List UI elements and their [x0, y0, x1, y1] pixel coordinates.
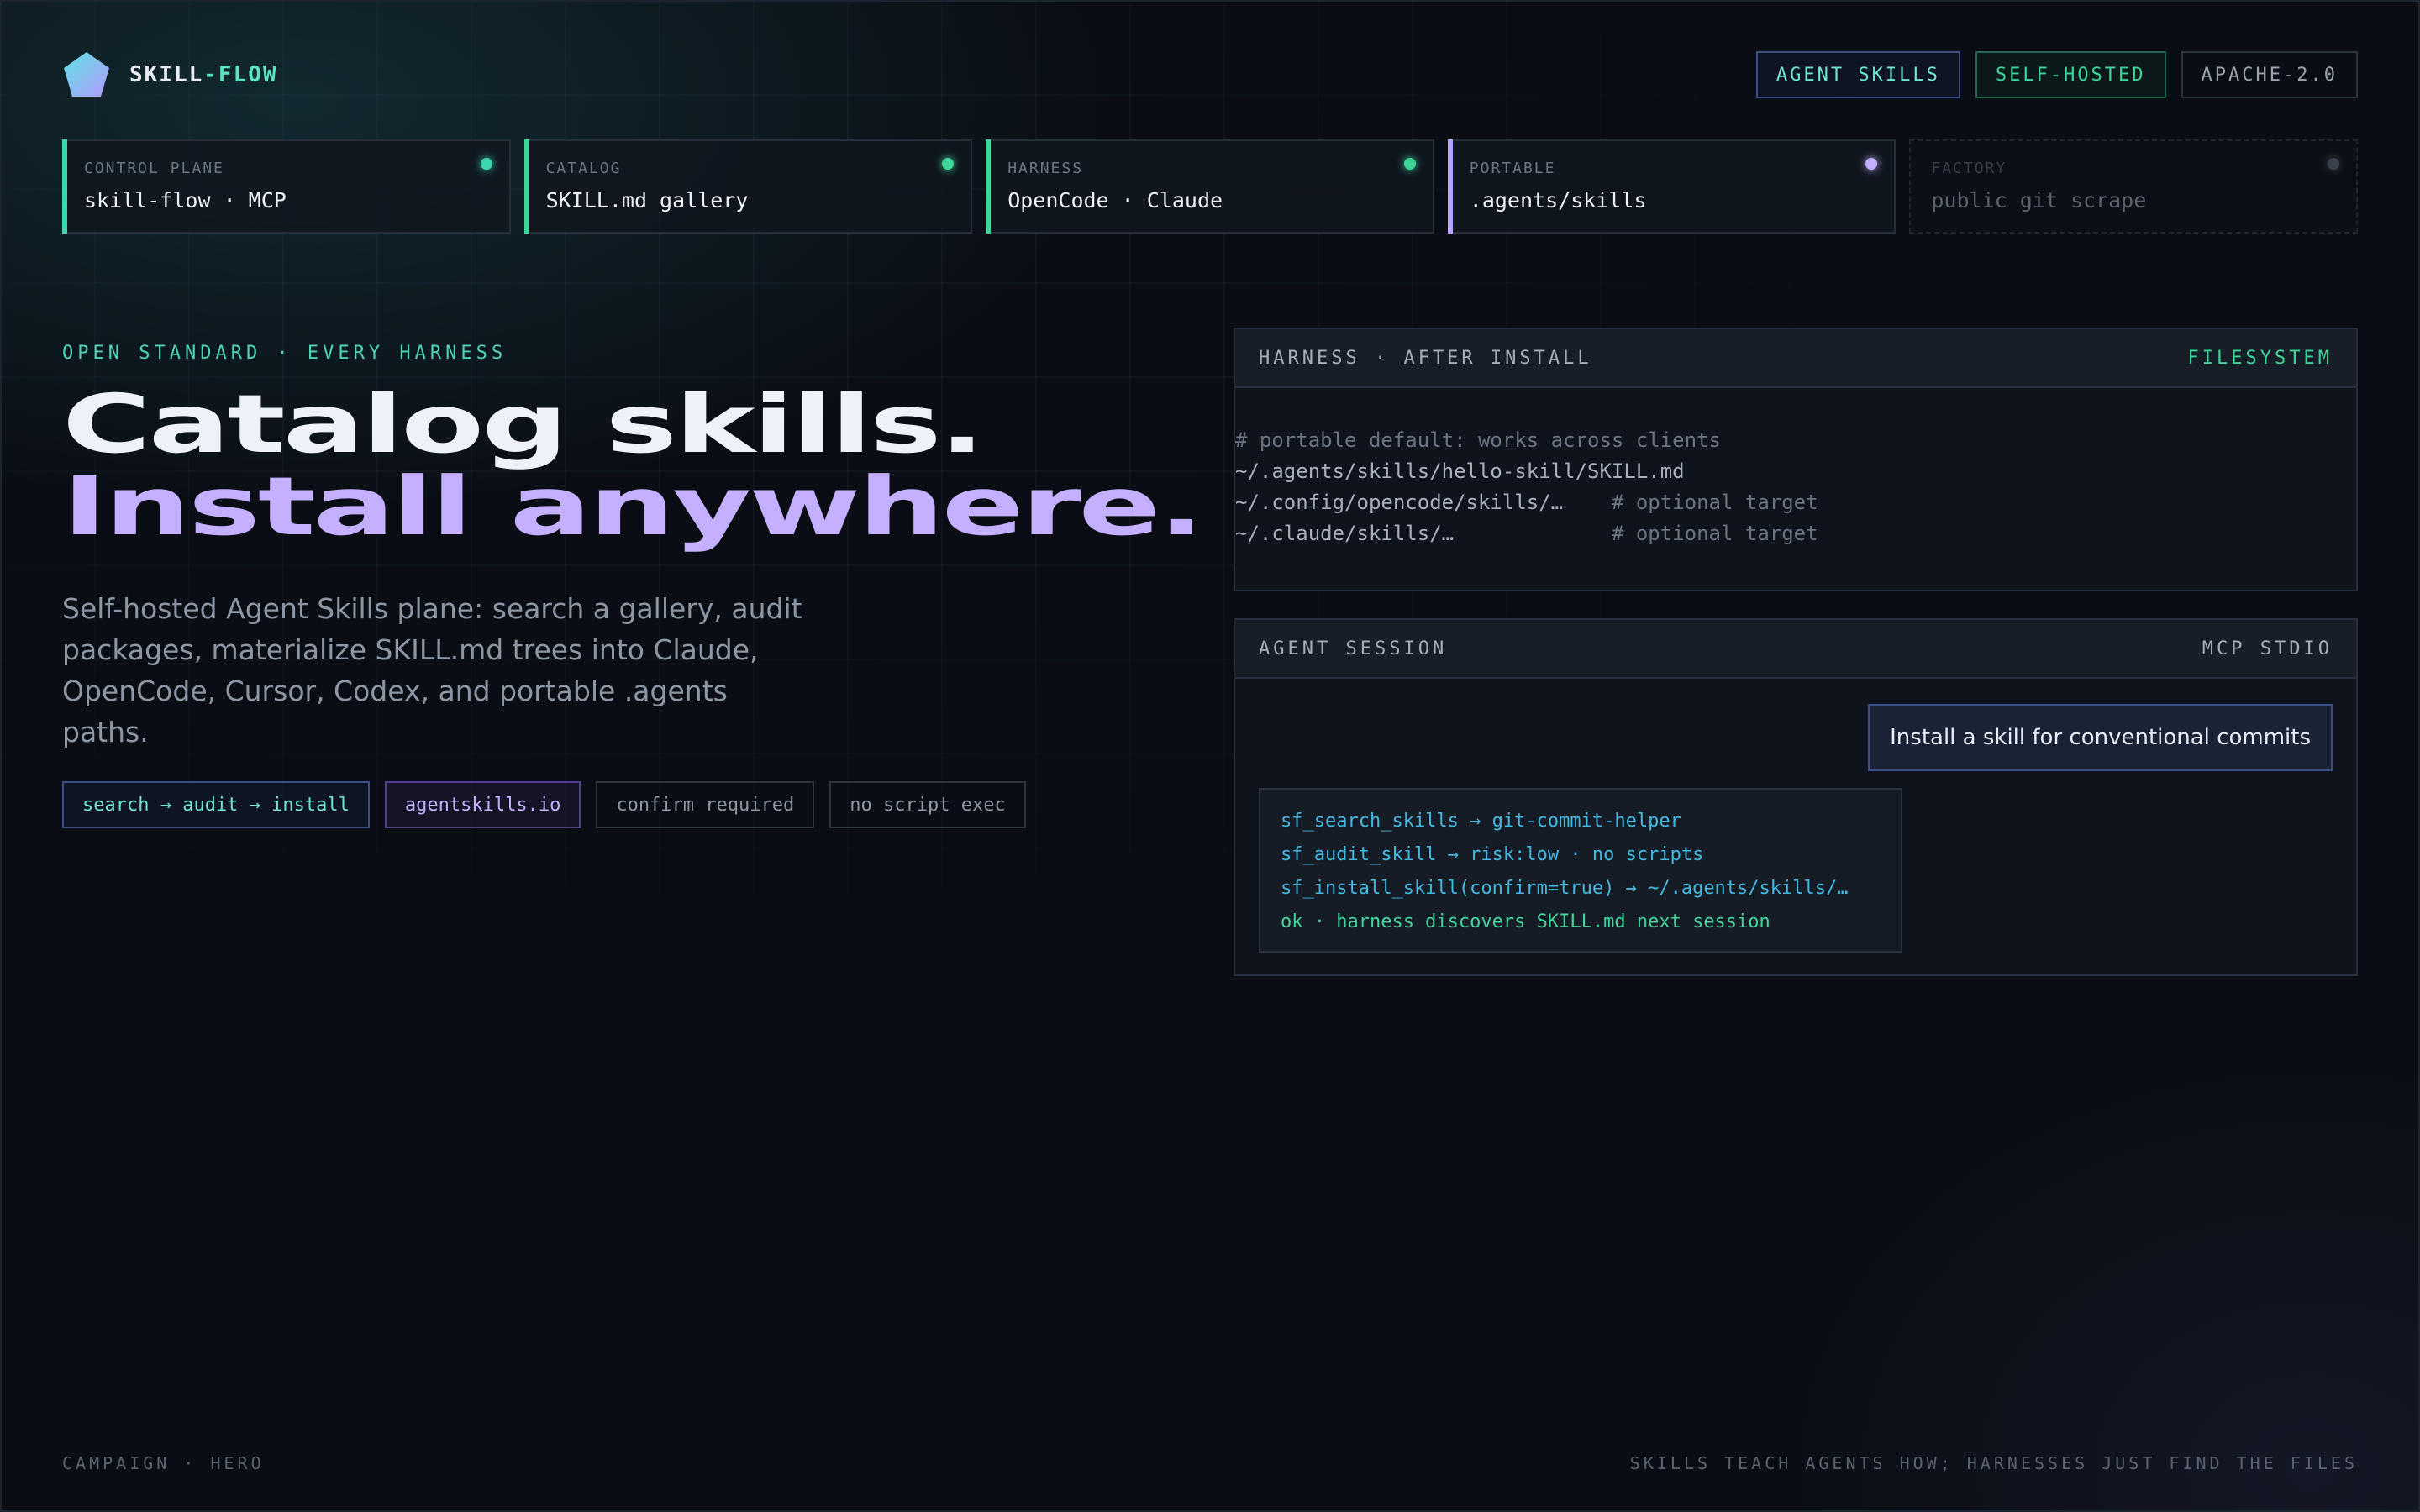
tool-call-log: sf_search_skills → git-commit-helper sf_…: [1259, 788, 1902, 953]
panel-tag: FILESYSTEM: [2187, 347, 2333, 369]
tool-call-line: sf_install_skill(confirm=true) → ~/.agen…: [1281, 878, 1849, 899]
status-card-factory[interactable]: FACTORY public git scrape: [1909, 139, 2358, 234]
card-label: CONTROL PLANE: [84, 160, 224, 177]
hero-title-line-1: Catalog skills.: [62, 377, 985, 471]
hero-title: Catalog skills. Install anywhere.: [62, 377, 1204, 554]
hero-chips: search → audit → install agentskills.io …: [62, 781, 1026, 828]
hero-eyebrow: OPEN STANDARD · EVERY HARNESS: [62, 343, 508, 364]
code-block: # portable default: works across clients…: [1235, 388, 2356, 549]
code-comment: # portable default: works across clients: [1235, 428, 1721, 452]
code-line: ~/.claude/skills/…: [1235, 522, 1455, 545]
hero-title-line-2: Install anywhere.: [62, 459, 1204, 554]
card-value: OpenCode · Claude: [1007, 188, 1223, 213]
card-accent: [523, 139, 529, 234]
badges: AGENT SKILLS SELF-HOSTED APACHE-2.0: [1755, 51, 2358, 98]
badge-agent-skills[interactable]: AGENT SKILLS: [1755, 51, 1960, 98]
badge-license[interactable]: APACHE-2.0: [2181, 51, 2358, 98]
chip-flow[interactable]: search → audit → install: [62, 781, 370, 828]
chip-no-script[interactable]: no script exec: [829, 781, 1026, 828]
card-accent: [986, 139, 992, 234]
code-line: ~/.config/opencode/skills/…: [1235, 491, 1564, 514]
card-accent: [1447, 139, 1453, 234]
card-label: FACTORY: [1931, 160, 2007, 177]
card-accent: [62, 139, 67, 234]
card-value: SKILL.md gallery: [545, 188, 749, 213]
status-card-control-plane[interactable]: CONTROL PLANE skill-flow · MCP: [62, 139, 511, 234]
panel-title: AGENT SESSION: [1259, 638, 1448, 659]
card-value: public git scrape: [1931, 188, 2147, 213]
harness-panel: HARNESS · AFTER INSTALL FILESYSTEM # por…: [1234, 328, 2358, 591]
agent-session-panel: AGENT SESSION MCP STDIO Install a skill …: [1234, 618, 2358, 976]
brand[interactable]: SKILL-FLOW: [62, 50, 278, 99]
card-value: skill-flow · MCP: [84, 188, 287, 213]
code-line: ~/.agents/skills/hello-skill/SKILL.md: [1235, 459, 1685, 483]
pentagon-logo-icon: [64, 52, 109, 97]
hero-description: Self-hosted Agent Skills plane: search a…: [62, 592, 802, 748]
tool-call-line: sf_audit_skill → risk:low · no scripts: [1281, 844, 1704, 865]
card-label: HARNESS: [1007, 160, 1084, 177]
status-card-harness[interactable]: HARNESS OpenCode · Claude: [986, 139, 1434, 234]
code-note: # optional target: [1611, 491, 1818, 514]
panel-header: AGENT SESSION MCP STDIO: [1235, 620, 2356, 679]
panel-header: HARNESS · AFTER INSTALL FILESYSTEM: [1235, 329, 2356, 388]
chip-confirm[interactable]: confirm required: [596, 781, 815, 828]
card-value: .agents/skills: [1469, 188, 1647, 213]
status-dot-icon: [2327, 158, 2339, 170]
user-message: Install a skill for conventional commits: [1868, 704, 2333, 771]
footer-right: SKILLS TEACH AGENTS HOW; HARNESSES JUST …: [1629, 1453, 2358, 1473]
card-label: PORTABLE: [1469, 160, 1556, 177]
tool-result-line: ok · harness discovers SKILL.md next ses…: [1281, 911, 1770, 932]
panel-tag: MCP STDIO: [2202, 638, 2333, 659]
status-dot-icon: [1403, 158, 1416, 170]
header: SKILL-FLOW AGENT SKILLS SELF-HOSTED APAC…: [62, 49, 2358, 101]
status-dot-icon: [1865, 158, 1878, 170]
status-card-catalog[interactable]: CATALOG SKILL.md gallery: [523, 139, 973, 234]
badge-self-hosted[interactable]: SELF-HOSTED: [1975, 51, 2166, 98]
code-note: # optional target: [1611, 522, 1818, 545]
brand-name: SKILL-FLOW: [129, 62, 278, 87]
tool-call-line: sf_search_skills → git-commit-helper: [1281, 811, 1681, 832]
status-dot-icon: [480, 158, 492, 170]
footer-left: CAMPAIGN · HERO: [62, 1453, 265, 1473]
status-dot-icon: [942, 158, 955, 170]
card-label: CATALOG: [545, 160, 622, 177]
chip-agentskills[interactable]: agentskills.io: [384, 781, 581, 828]
status-cards: CONTROL PLANE skill-flow · MCP CATALOG S…: [62, 139, 2358, 234]
panel-title: HARNESS · AFTER INSTALL: [1259, 347, 1592, 369]
status-card-portable[interactable]: PORTABLE .agents/skills: [1447, 139, 1897, 234]
